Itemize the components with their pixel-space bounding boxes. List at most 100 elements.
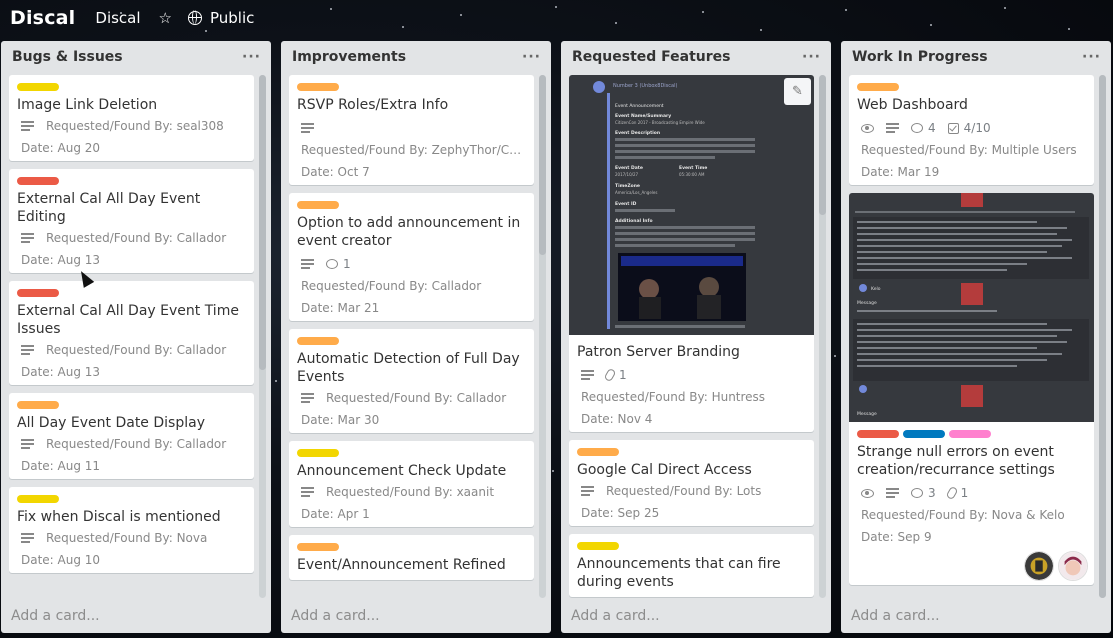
member-avatar[interactable] <box>1024 551 1054 581</box>
list-menu-icon[interactable]: ··· <box>802 49 821 65</box>
card[interactable]: Kelo Message Message Strange null errors… <box>849 193 1094 585</box>
card-title: All Day Event Date Display <box>17 415 205 431</box>
card-title: Announcements that can fire during event… <box>577 556 781 590</box>
card[interactable]: External Cal All Day Event Time Issues R… <box>9 281 254 385</box>
list-menu-icon[interactable]: ··· <box>1082 49 1101 65</box>
card[interactable]: Announcements that can fire during event… <box>569 534 814 597</box>
scrollbar[interactable] <box>819 75 826 598</box>
svg-text:TimeZone: TimeZone <box>615 183 640 189</box>
member-avatar[interactable] <box>1058 551 1088 581</box>
card-cover-image: Kelo Message Message <box>849 193 1094 422</box>
comment-count: 3 <box>928 486 936 500</box>
card-container: Number 3 (Unbox8Discal) Event Announceme… <box>569 75 814 598</box>
card[interactable]: Fix when Discal is mentioned Requested/F… <box>9 487 254 573</box>
svg-text:Number 3 (Unbox8Discal): Number 3 (Unbox8Discal) <box>613 83 677 89</box>
card-date: Date: Aug 13 <box>21 253 101 267</box>
list-title[interactable]: Requested Features <box>572 49 731 65</box>
card-title: Web Dashboard <box>857 97 968 113</box>
card[interactable]: Number 3 (Unbox8Discal) Event Announceme… <box>569 75 814 432</box>
comment-count: 4 <box>928 121 936 135</box>
card-date: Date: Aug 10 <box>21 553 101 567</box>
card-date: Date: Nov 4 <box>581 412 653 426</box>
label-orange <box>297 83 339 91</box>
card-requested: Requested/Found By: Nova & Kelo <box>861 508 1065 522</box>
label-orange <box>297 543 339 551</box>
card-cover-image: Number 3 (Unbox8Discal) Event Announceme… <box>569 75 814 335</box>
svg-text:2017/10/27: 2017/10/27 <box>615 172 639 177</box>
label-orange <box>577 448 619 456</box>
svg-text:Event Description: Event Description <box>615 130 660 136</box>
card[interactable]: All Day Event Date Display Requested/Fou… <box>9 393 254 479</box>
svg-text:CitizenCon 2017 - Broadcasting: CitizenCon 2017 - Broadcasting Empire Wi… <box>615 120 705 125</box>
description-icon <box>21 121 34 131</box>
card-title: Google Cal Direct Access <box>577 462 752 478</box>
list-work-in-progress: Work In Progress ··· Web Dashboard 4 4/1… <box>841 41 1111 633</box>
board-title[interactable]: Discal <box>95 9 140 27</box>
card[interactable]: Web Dashboard 4 4/10 Requested/Found By:… <box>849 75 1094 185</box>
card-title: Option to add announcement in event crea… <box>297 215 521 249</box>
list-menu-icon[interactable]: ··· <box>242 49 261 65</box>
scrollbar[interactable] <box>539 75 546 598</box>
svg-text:Event Time: Event Time <box>679 165 707 171</box>
card-title: Patron Server Branding <box>577 344 740 360</box>
card-date: Date: Aug 11 <box>21 459 101 473</box>
description-icon <box>21 533 34 543</box>
card-title: External Cal All Day Event Time Issues <box>17 303 239 337</box>
list-bugs-issues: Bugs & Issues ··· Image Link Deletion Re… <box>1 41 271 633</box>
watch-icon <box>861 123 874 133</box>
card-requested: Requested/Found By: Lots <box>606 484 762 498</box>
checklist-count: 4/10 <box>963 121 991 135</box>
card-date: Date: Aug 20 <box>21 141 101 155</box>
globe-icon <box>187 10 202 25</box>
svg-text:Message: Message <box>857 300 877 306</box>
description-icon <box>301 393 314 403</box>
add-card-button[interactable]: Add a card... <box>571 608 660 624</box>
scrollbar[interactable] <box>1099 75 1106 598</box>
card[interactable]: Image Link Deletion Requested/Found By: … <box>9 75 254 161</box>
add-card-button[interactable]: Add a card... <box>851 608 940 624</box>
card-requested: Requested/Found By: seal308 <box>46 119 224 133</box>
label-orange <box>297 337 339 345</box>
comment-icon <box>911 123 923 133</box>
visibility-button[interactable]: Public <box>187 9 254 27</box>
card-title: Automatic Detection of Full Day Events <box>297 351 520 385</box>
card[interactable]: Automatic Detection of Full Day Events R… <box>289 329 534 433</box>
list-title[interactable]: Bugs & Issues <box>12 49 123 65</box>
card-container: Web Dashboard 4 4/10 Requested/Found By:… <box>849 75 1094 598</box>
app-logo[interactable]: Discal <box>10 7 75 29</box>
list-title[interactable]: Work In Progress <box>852 49 988 65</box>
add-card-button[interactable]: Add a card... <box>11 608 100 624</box>
card[interactable]: Announcement Check Update Requested/Foun… <box>289 441 534 527</box>
comment-icon <box>911 488 923 498</box>
svg-text:Event Announcement: Event Announcement <box>615 103 664 109</box>
edit-card-button[interactable]: ✎ <box>784 78 811 105</box>
card-title: Image Link Deletion <box>17 97 158 113</box>
card-requested: Requested/Found By: ZephyThor/Ca... <box>301 143 526 157</box>
scrollbar[interactable] <box>259 75 266 598</box>
list-menu-icon[interactable]: ··· <box>522 49 541 65</box>
discord-screenshot-image: Number 3 (Unbox8Discal) Event Announceme… <box>569 75 814 335</box>
card-date: Date: Mar 30 <box>301 413 380 427</box>
card[interactable]: RSVP Roles/Extra Info Requested/Found By… <box>289 75 534 185</box>
card-title: External Cal All Day Event Editing <box>17 191 201 225</box>
card-date: Date: Sep 25 <box>581 506 660 520</box>
svg-text:Event Date: Event Date <box>615 165 643 171</box>
card-requested: Requested/Found By: Huntress <box>581 390 766 404</box>
label-pink <box>949 430 991 438</box>
card-title: RSVP Roles/Extra Info <box>297 97 449 113</box>
label-yellow <box>17 83 59 91</box>
star-icon[interactable]: ☆ <box>159 9 172 27</box>
card[interactable]: Event/Announcement Refined <box>289 535 534 580</box>
card[interactable]: External Cal All Day Event Editing Reque… <box>9 169 254 273</box>
list-improvements: Improvements ··· RSVP Roles/Extra Info R… <box>281 41 551 633</box>
add-card-button[interactable]: Add a card... <box>291 608 380 624</box>
card-title: Event/Announcement Refined <box>297 557 506 573</box>
card-title: Strange null errors on event creation/re… <box>857 444 1055 478</box>
description-icon <box>301 259 314 269</box>
list-title[interactable]: Improvements <box>292 49 406 65</box>
description-icon <box>301 487 314 497</box>
card-container: Image Link Deletion Requested/Found By: … <box>9 75 254 598</box>
card[interactable]: Option to add announcement in event crea… <box>289 193 534 321</box>
label-orange <box>17 401 59 409</box>
card[interactable]: Google Cal Direct Access Requested/Found… <box>569 440 814 526</box>
